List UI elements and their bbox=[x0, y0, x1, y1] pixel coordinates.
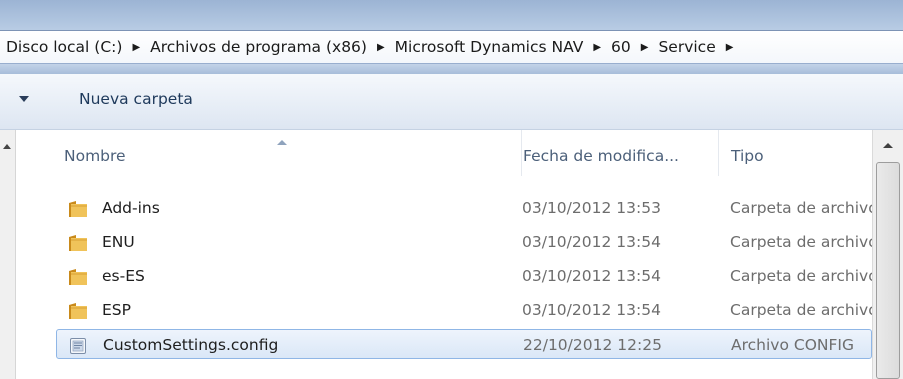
column-header-type[interactable]: Tipo bbox=[718, 130, 872, 176]
breadcrumb-item-dynamics-nav[interactable]: Microsoft Dynamics NAV bbox=[395, 38, 584, 56]
folder-icon bbox=[68, 234, 90, 256]
breadcrumb-chevron-icon[interactable]: ▶ bbox=[593, 42, 601, 53]
file-row-customsettings-config[interactable]: CustomSettings.config 22/10/2012 12:25 A… bbox=[56, 329, 872, 359]
search-band bbox=[0, 64, 903, 74]
file-row-esp[interactable]: ESP 03/10/2012 13:54 Carpeta de archivos bbox=[56, 295, 872, 325]
navigation-pane[interactable] bbox=[0, 130, 16, 379]
file-name: es-ES bbox=[102, 267, 145, 285]
file-type: Carpeta de archivos bbox=[730, 267, 872, 285]
file-type: Carpeta de archivos bbox=[730, 301, 872, 319]
file-name: Add-ins bbox=[102, 199, 160, 217]
column-header-name[interactable]: Nombre bbox=[64, 130, 514, 176]
command-toolbar: Nueva carpeta bbox=[0, 74, 903, 130]
new-folder-button[interactable]: Nueva carpeta bbox=[79, 90, 193, 108]
file-date: 03/10/2012 13:54 bbox=[522, 267, 661, 285]
column-header: Nombre Fecha de modifica... Tipo bbox=[16, 130, 872, 176]
scroll-up-arrow-icon bbox=[883, 142, 893, 148]
breadcrumb-item-drive[interactable]: Disco local (C:) bbox=[6, 38, 122, 56]
file-date: 03/10/2012 13:54 bbox=[522, 233, 661, 251]
vertical-scrollbar[interactable] bbox=[872, 130, 903, 379]
file-type: Carpeta de archivos bbox=[730, 199, 872, 217]
file-row-enu[interactable]: ENU 03/10/2012 13:54 Carpeta de archivos bbox=[56, 227, 872, 257]
scroll-up-button[interactable] bbox=[875, 132, 901, 158]
file-row-es-es[interactable]: es-ES 03/10/2012 13:54 Carpeta de archiv… bbox=[56, 261, 872, 291]
breadcrumb-chevron-icon[interactable]: ▶ bbox=[132, 42, 140, 53]
breadcrumb-item-service[interactable]: Service bbox=[658, 38, 715, 56]
scrollbar-thumb[interactable] bbox=[876, 162, 900, 379]
window-title-bar bbox=[0, 0, 903, 30]
folder-icon bbox=[68, 268, 90, 290]
folder-icon bbox=[68, 200, 90, 222]
file-date: 22/10/2012 12:25 bbox=[523, 336, 662, 354]
file-name: CustomSettings.config bbox=[103, 336, 279, 354]
file-type: Carpeta de archivos bbox=[730, 233, 872, 251]
file-date: 03/10/2012 13:54 bbox=[522, 301, 661, 319]
breadcrumb-chevron-icon[interactable]: ▶ bbox=[641, 42, 649, 53]
file-row-add-ins[interactable]: Add-ins 03/10/2012 13:53 Carpeta de arch… bbox=[56, 193, 872, 223]
address-bar[interactable]: Disco local (C:) ▶ Archivos de programa … bbox=[0, 30, 903, 64]
folder-icon bbox=[68, 302, 90, 324]
breadcrumb-item-60[interactable]: 60 bbox=[611, 38, 631, 56]
breadcrumb-chevron-icon[interactable]: ▶ bbox=[377, 42, 385, 53]
nav-scroll-up-icon[interactable] bbox=[3, 144, 11, 149]
file-date: 03/10/2012 13:53 bbox=[522, 199, 661, 217]
config-file-icon bbox=[69, 337, 87, 359]
breadcrumb-item-program-files[interactable]: Archivos de programa (x86) bbox=[150, 38, 367, 56]
column-header-date[interactable]: Fecha de modifica... bbox=[521, 130, 719, 176]
file-type: Archivo CONFIG bbox=[731, 336, 854, 354]
file-name: ESP bbox=[102, 301, 131, 319]
breadcrumb-chevron-icon[interactable]: ▶ bbox=[726, 42, 734, 53]
file-name: ENU bbox=[102, 233, 135, 251]
organize-dropdown-arrow-icon[interactable] bbox=[19, 96, 29, 102]
